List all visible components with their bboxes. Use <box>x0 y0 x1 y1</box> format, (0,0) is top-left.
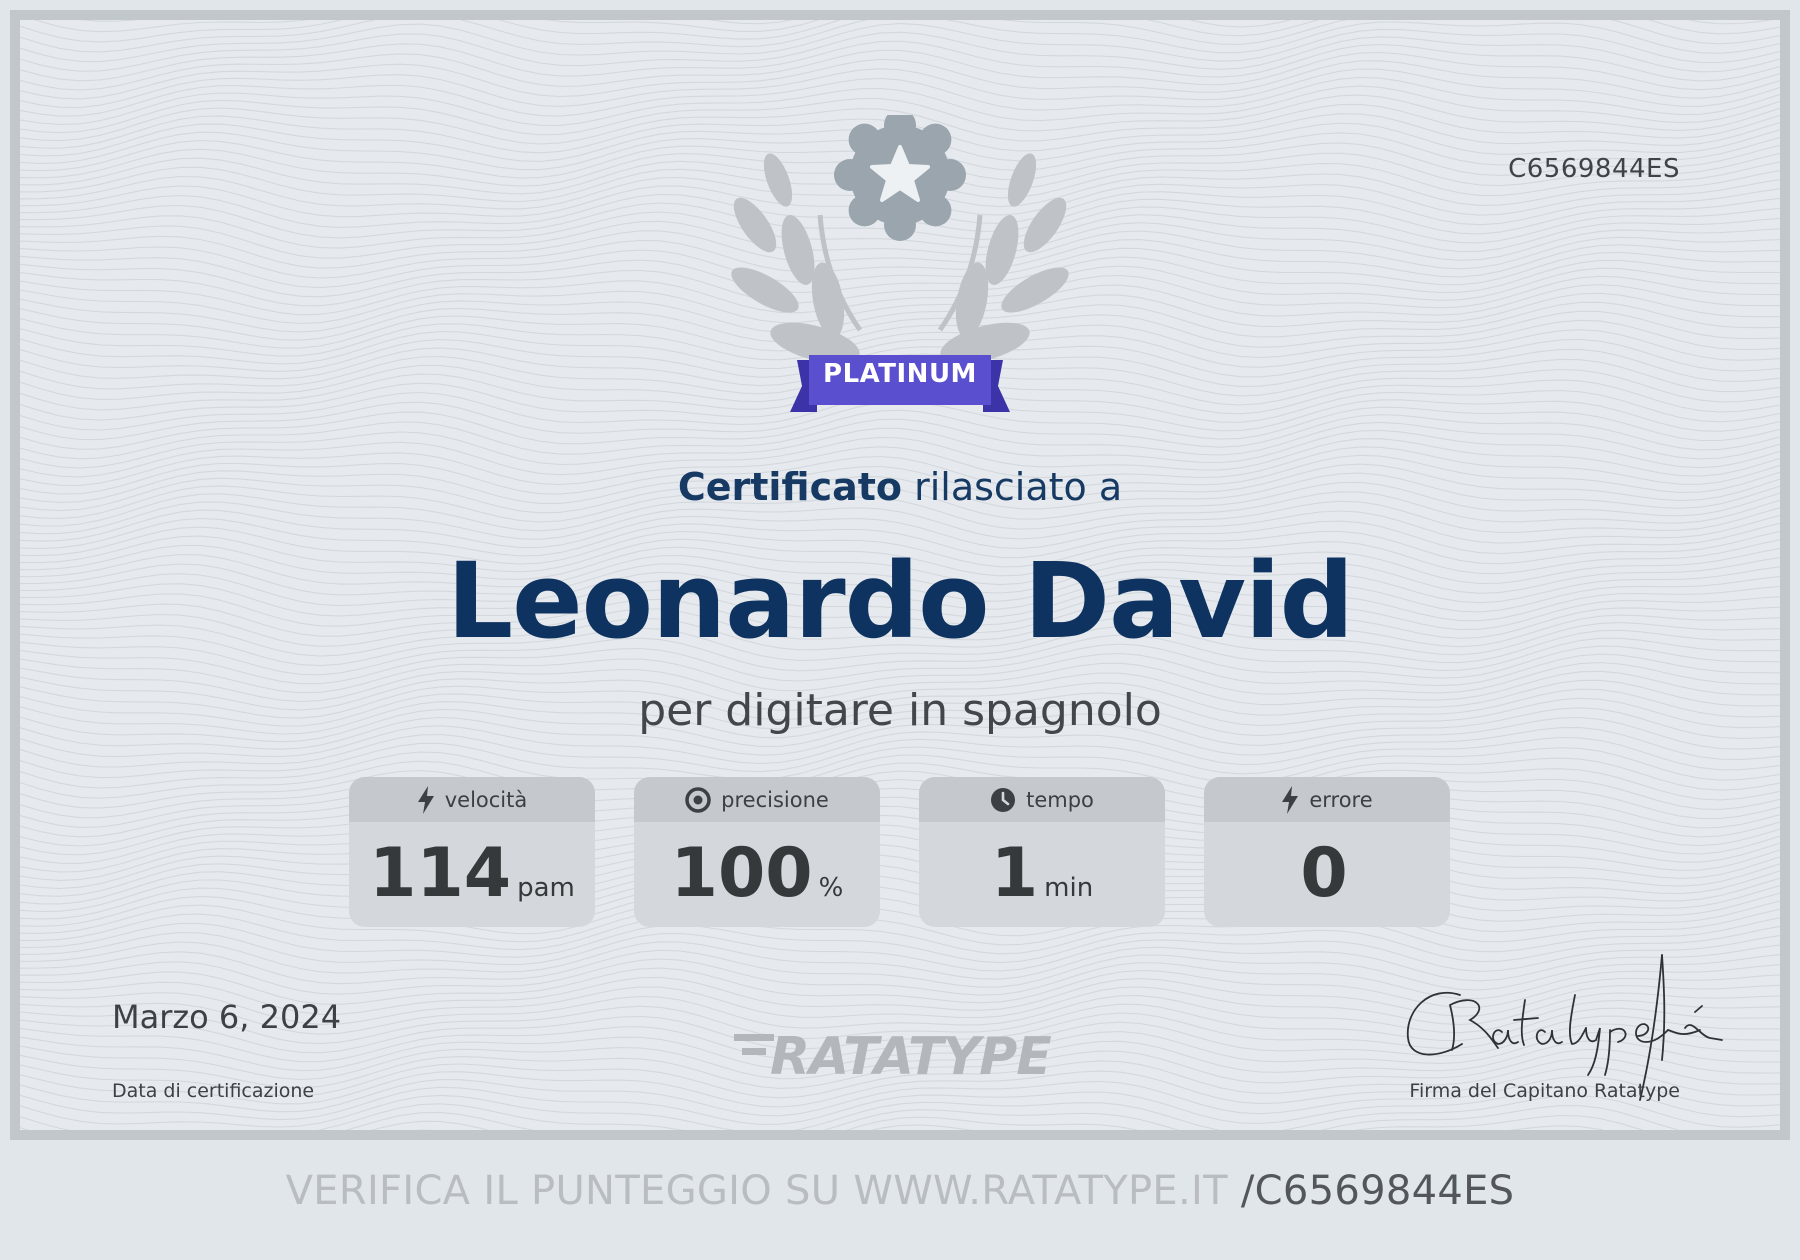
guilloche-line <box>20 58 1780 100</box>
stat-time-body: 1 min <box>919 822 1165 927</box>
stat-errors-header: errore <box>1204 777 1450 822</box>
clock-icon <box>991 787 1016 812</box>
certification-date-label: Data di certificazione <box>112 1080 315 1102</box>
issued-strong: Certificato <box>677 465 903 509</box>
stat-accuracy-value: 100 <box>670 834 813 913</box>
stat-errors-label: errore <box>1309 787 1373 812</box>
certificate-page: C6569844ES PLATINUM Certificato rilascia… <box>0 0 1800 1260</box>
stat-time-label: tempo <box>1026 787 1094 812</box>
lightning-icon <box>1282 785 1299 814</box>
ratatype-logo: RATATYPE <box>734 1027 1052 1087</box>
stat-accuracy-header: precisione <box>634 777 880 822</box>
verify-score-footer: VERIFICA IL PUNTEGGIO SU WWW.RATATYPE.IT… <box>0 1168 1800 1214</box>
stat-speed: velocità 114 pam <box>349 777 595 927</box>
issued-to-line: Certificato rilasciato a <box>20 465 1780 509</box>
stat-time-header: tempo <box>919 777 1165 822</box>
platinum-emblem: PLATINUM <box>710 109 1090 425</box>
stat-accuracy: precisione 100 % <box>634 777 880 927</box>
guilloche-line <box>20 40 1780 82</box>
certificate-id: C6569844ES <box>1508 154 1680 184</box>
stat-accuracy-label: precisione <box>721 787 829 812</box>
stat-errors: errore 0 <box>1204 777 1450 927</box>
guilloche-line <box>33 20 1780 37</box>
target-icon <box>685 786 711 813</box>
certification-date: Marzo 6, 2024 <box>112 998 342 1036</box>
badge-label: PLATINUM <box>823 359 977 389</box>
stat-time-value: 1 <box>990 834 1039 913</box>
certificate-subject: per digitare in spagnolo <box>638 685 1162 736</box>
stat-errors-value: 0 <box>1300 834 1348 913</box>
stats-row: velocità 114 pam precisione 100 % tempo … <box>349 777 1451 927</box>
stat-speed-unit: pam <box>517 873 575 903</box>
lightning-icon <box>417 785 434 814</box>
stat-speed-header: velocità <box>349 777 595 822</box>
recipient-name: Leonardo David <box>446 540 1354 662</box>
issued-rest: rilasciato a <box>902 465 1123 509</box>
stat-time-unit: min <box>1044 873 1094 903</box>
stat-speed-body: 114 pam <box>349 822 595 927</box>
verify-text: VERIFICA IL PUNTEGGIO SU WWW.RATATYPE.IT <box>285 1168 1241 1214</box>
stat-speed-value: 114 <box>369 834 512 913</box>
guilloche-line <box>20 418 1780 460</box>
guilloche-line <box>20 31 1780 73</box>
stat-accuracy-body: 100 % <box>634 822 880 927</box>
stat-time: tempo 1 min <box>919 777 1165 927</box>
brand-text: RATATYPE <box>770 1027 1051 1087</box>
stat-errors-body: 0 <box>1204 822 1450 927</box>
guilloche-line <box>20 20 1780 54</box>
guilloche-line <box>20 733 1780 775</box>
signature-label: Firma del Capitano Ratatype <box>1409 1080 1680 1102</box>
stat-accuracy-unit: % <box>818 873 844 903</box>
verify-code: /C6569844ES <box>1240 1168 1515 1214</box>
stat-speed-label: velocità <box>444 787 528 812</box>
certificate-frame: C6569844ES PLATINUM Certificato rilascia… <box>10 10 1790 1140</box>
